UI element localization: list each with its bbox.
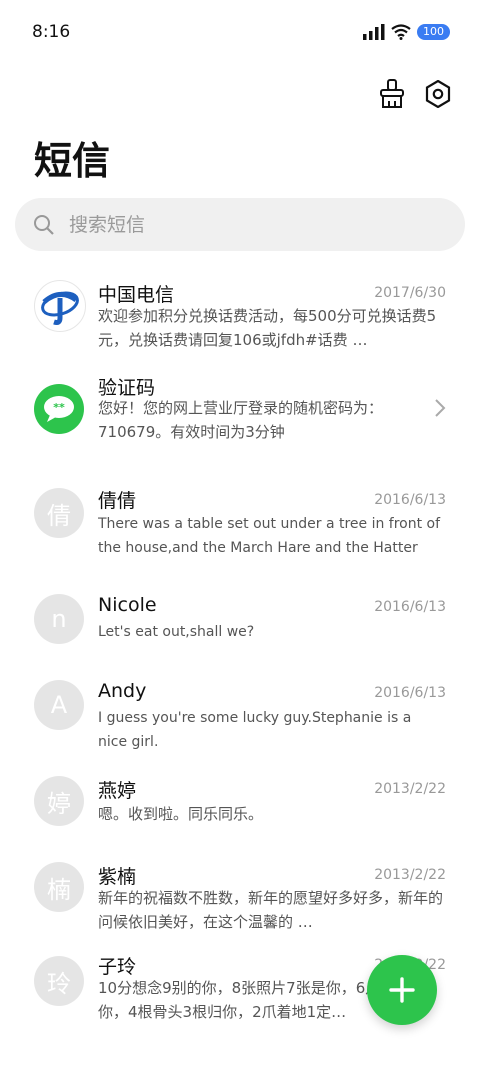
avatar: 婷 [34, 776, 84, 826]
avatar: 楠 [34, 862, 84, 912]
status-icons: 100 [363, 24, 450, 40]
conversation-date: 2016/6/13 [374, 685, 446, 701]
conversation-name: 中国电信 [98, 284, 175, 306]
conversation-item[interactable]: 楠 紫楠 2013/2/22 新年的祝福数不胜数，新年的愿望好多好多，新年的问候… [0, 850, 480, 950]
status-time: 8:16 [32, 22, 71, 42]
conversation-name: 倩倩 [98, 490, 137, 512]
battery-indicator: 100 [417, 24, 450, 40]
new-message-button[interactable] [367, 955, 437, 1025]
status-bar: 8:16 100 [0, 0, 480, 66]
conversation-item[interactable]: ** 验证码 您好！您的网上营业厅登录的随机密码为：710679。有效时间为3分… [0, 356, 480, 468]
chat-bubble-icon: ** [44, 396, 74, 422]
conversation-date: 2016/6/13 [374, 599, 446, 615]
page-title: 短信 [34, 139, 111, 183]
conversation-name: 子玲 [98, 956, 137, 978]
conversation-name: 燕婷 [98, 780, 137, 802]
conversation-snippet: 您好！您的网上营业厅登录的随机密码为：710679。有效时间为3分钟 [98, 399, 384, 441]
avatar: 倩 [34, 488, 84, 538]
signal-icon [363, 24, 385, 40]
conversation-name: Nicole [98, 594, 157, 616]
avatar-text: ** [53, 401, 65, 414]
avatar: A [34, 680, 84, 730]
conversation-snippet: 欢迎参加积分兑换话费活动，每500分可兑换话费5元，兑换话费请回复106或jfd… [98, 307, 437, 349]
conversation-item[interactable]: 婷 燕婷 2013/2/22 嗯。收到啦。同乐同乐。 [0, 764, 480, 850]
avatar: 玲 [34, 956, 84, 1006]
avatar: n [34, 594, 84, 644]
search-input[interactable] [67, 212, 411, 237]
conversation-name: Andy [98, 680, 147, 702]
conversation-snippet: I guess you're some lucky guy.Stephanie … [98, 710, 412, 750]
conversation-snippet: 新年的祝福数不胜数，新年的愿望好多好多，新年的问候依旧美好，在这个温馨的 … [98, 889, 444, 931]
settings-button[interactable] [424, 78, 452, 110]
conversation-list: 中国电信 2017/6/30 欢迎参加积分兑换话费活动，每500分可兑换话费5元… [0, 270, 480, 1040]
chevron-right-icon [435, 399, 446, 417]
plus-icon [389, 977, 415, 1003]
search-icon [34, 214, 54, 235]
conversation-date: 2017/6/30 [374, 285, 446, 301]
top-actions [378, 78, 452, 110]
clean-button[interactable] [378, 78, 406, 110]
conversation-date: 2013/2/22 [374, 781, 446, 797]
gear-icon [425, 80, 451, 108]
conversation-date: 2013/2/22 [374, 867, 446, 883]
search-bar[interactable] [15, 198, 465, 251]
conversation-date: 2016/6/13 [374, 492, 446, 508]
conversation-name: 紫楠 [98, 866, 137, 888]
conversation-item[interactable]: n Nicole 2016/6/13 Let's eat out,shall w… [0, 574, 480, 660]
chat-bubble-avatar: ** [34, 384, 84, 434]
wifi-icon [391, 24, 411, 40]
conversation-snippet: 嗯。收到啦。同乐同乐。 [98, 805, 264, 823]
conversation-item[interactable]: 倩 倩倩 2016/6/13 There was a table set out… [0, 468, 480, 574]
conversation-snippet: Let's eat out,shall we? [98, 624, 255, 640]
conversation-item[interactable]: A Andy 2016/6/13 I guess you're some luc… [0, 660, 480, 764]
conversation-snippet: There was a table set out under a tree i… [98, 516, 441, 556]
conversation-item[interactable]: 中国电信 2017/6/30 欢迎参加积分兑换话费活动，每500分可兑换话费5元… [0, 270, 480, 356]
brush-icon [380, 79, 404, 108]
telecom-logo-icon [41, 291, 79, 325]
telecom-logo-avatar [34, 280, 86, 332]
